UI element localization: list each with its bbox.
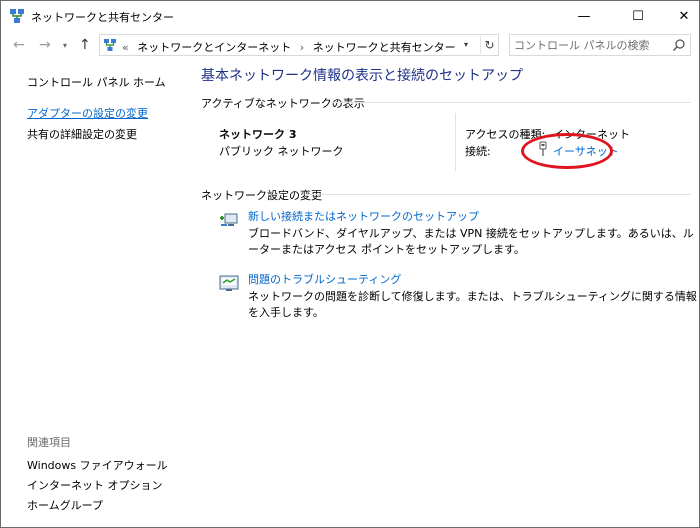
- change-settings-heading: ネットワーク設定の変更: [201, 189, 322, 202]
- highlight-circle: [521, 133, 613, 169]
- control-panel-home-link[interactable]: コントロール パネル ホーム: [27, 74, 166, 90]
- active-networks-heading: アクティブなネットワークの表示: [201, 97, 365, 110]
- search-input[interactable]: [514, 37, 664, 53]
- troubleshoot-icon: [219, 275, 239, 291]
- breadcrumb-overflow[interactable]: «: [122, 41, 129, 54]
- close-button[interactable]: ✕: [661, 1, 700, 31]
- breadcrumb-separator[interactable]: ›: [300, 41, 304, 54]
- homegroup-link[interactable]: ホームグループ: [27, 497, 103, 513]
- troubleshoot-problems-description: ネットワークの問題を診断して修復します。または、トラブルシューティングに関する情…: [248, 290, 697, 319]
- forward-button[interactable]: →: [39, 37, 51, 53]
- setup-new-connection-description: ブロードバンド、ダイヤルアップ、または VPN 接続をセットアップします。あるい…: [248, 227, 694, 256]
- internet-options-link[interactable]: インターネット オプション: [27, 477, 163, 493]
- troubleshoot-problems-link[interactable]: 問題のトラブルシューティング: [248, 271, 401, 287]
- network-center-icon: [10, 9, 24, 23]
- address-dropdown-button[interactable]: ▾: [464, 40, 468, 49]
- network-location-icon: [104, 39, 116, 51]
- related-heading: 関連項目: [27, 436, 71, 449]
- breadcrumb-sharing-center[interactable]: ネットワークと共有センター: [313, 41, 456, 54]
- main-content: 基本ネットワーク情報の表示と接続のセットアップ アクティブなネットワークの表示 …: [201, 61, 699, 527]
- network-divider: [455, 113, 456, 171]
- connection-label: 接続:: [465, 145, 491, 158]
- address-bar[interactable]: « ネットワークとインターネット › ネットワークと共有センター ▾ ↻: [99, 34, 499, 56]
- title-bar[interactable]: ネットワークと共有センター — ☐ ✕: [1, 1, 699, 31]
- change-adapter-settings-link[interactable]: アダプターの設定の変更: [27, 105, 148, 121]
- breadcrumb: « ネットワークとインターネット › ネットワークと共有センター: [122, 39, 456, 55]
- section-divider: [305, 194, 691, 195]
- left-pane: コントロール パネル ホーム アダプターの設定の変更 共有の詳細設定の変更 関連…: [1, 61, 191, 527]
- up-button[interactable]: ↑: [79, 37, 91, 53]
- new-connection-icon: [220, 213, 238, 226]
- setup-new-connection-link[interactable]: 新しい接続またはネットワークのセットアップ: [248, 208, 479, 224]
- search-icon[interactable]: [672, 38, 686, 52]
- network-sharing-center-window: ネットワークと共有センター — ☐ ✕ ← → ▾ ↑ « ネットワークとインタ…: [0, 0, 700, 528]
- refresh-button[interactable]: ↻: [480, 36, 498, 54]
- advanced-sharing-settings-link[interactable]: 共有の詳細設定の変更: [27, 126, 137, 142]
- window-title: ネットワークと共有センター: [31, 11, 174, 24]
- back-button[interactable]: ←: [13, 37, 25, 53]
- network-category[interactable]: パブリック ネットワーク: [219, 143, 344, 159]
- breadcrumb-network-internet[interactable]: ネットワークとインターネット: [137, 41, 291, 54]
- maximize-button[interactable]: ☐: [615, 1, 661, 31]
- recent-locations-button[interactable]: ▾: [63, 41, 67, 50]
- navigation-bar: ← → ▾ ↑ « ネットワークとインターネット › ネットワークと共有センター…: [1, 31, 699, 61]
- windows-firewall-link[interactable]: Windows ファイアウォール: [27, 457, 168, 473]
- search-box[interactable]: [509, 34, 691, 56]
- minimize-button[interactable]: —: [561, 1, 607, 31]
- section-divider: [331, 102, 691, 103]
- page-title: 基本ネットワーク情報の表示と接続のセットアップ: [201, 68, 523, 84]
- network-name: ネットワーク 3: [219, 128, 297, 141]
